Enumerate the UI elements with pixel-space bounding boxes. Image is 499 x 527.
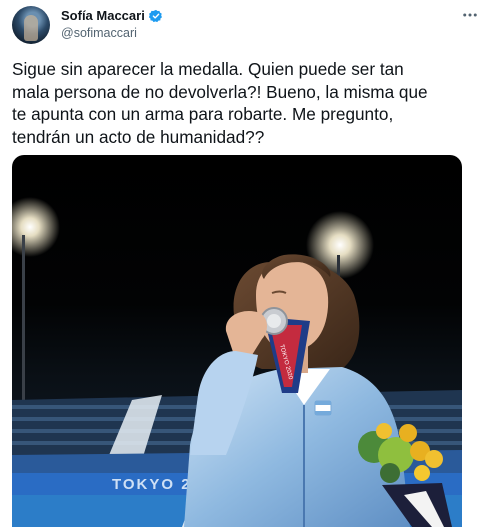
tweet[interactable]: Sofía Maccari @sofimaccari Sigue sin apa… <box>0 0 499 527</box>
author-row: Sofía Maccari <box>61 8 163 23</box>
verified-badge-icon <box>148 9 162 22</box>
tweet-text-line: Sigue sin aparecer la medalla. Quien pue… <box>12 59 404 79</box>
photo-athlete-kissing-medal: TOKYO 2020 TOKYO 2020 <box>12 197 462 527</box>
tweet-text-line: te apunta con un arma para robarte. Me p… <box>12 104 394 124</box>
tweet-photo[interactable]: TOKYO 2020 TOKYO 2020 <box>12 155 462 527</box>
avatar[interactable] <box>12 6 50 44</box>
tweet-text-line: tendrán un acto de humanidad?? <box>12 126 265 147</box>
more-horizontal-icon[interactable] <box>461 6 479 29</box>
author-handle[interactable]: @sofimaccari <box>61 26 137 40</box>
tweet-text: Sigue sin aparecer la medalla. Quien pue… <box>12 58 482 148</box>
author-name[interactable]: Sofía Maccari <box>61 8 145 23</box>
tweet-text-line: mala persona de no devolverla?! Bueno, l… <box>12 81 428 102</box>
